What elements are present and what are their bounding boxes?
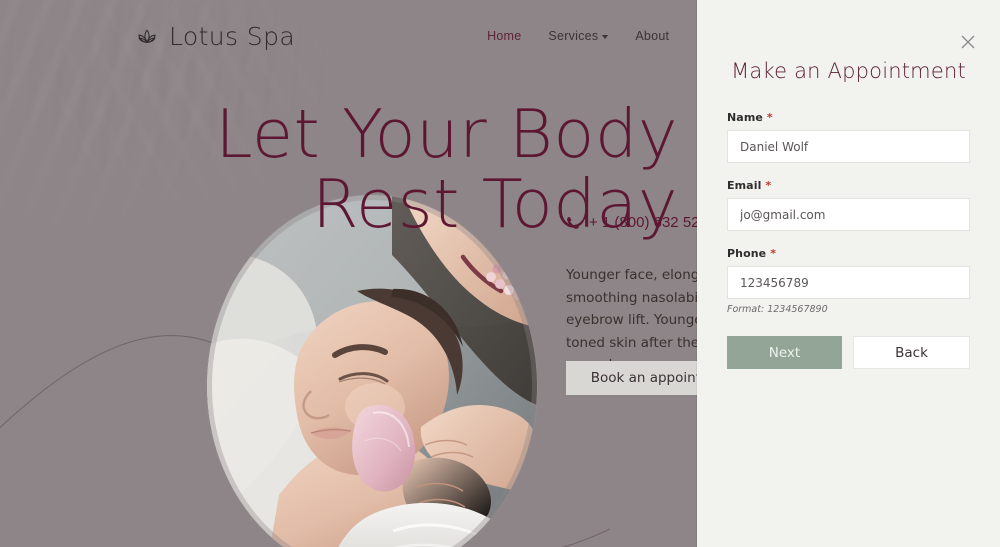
phone-format-hint: Format: 1234567890	[727, 304, 828, 315]
nav-item-services[interactable]: Services	[548, 29, 609, 43]
phone-icon	[567, 216, 579, 229]
close-icon	[961, 35, 975, 49]
field-name: Name *	[727, 111, 970, 163]
email-input[interactable]	[727, 198, 970, 231]
screenshot-root: Lotus Spa Home Services About Pages	[0, 0, 1000, 547]
field-phone-label: Phone *	[727, 247, 970, 260]
nav-item-label: Services	[548, 29, 599, 43]
nav-item-label: About	[635, 29, 670, 43]
phone-input[interactable]	[727, 266, 970, 299]
nav-item-about[interactable]: About	[635, 29, 669, 43]
field-label-text: Email	[727, 179, 762, 192]
field-name-label: Name *	[727, 111, 970, 124]
appointment-panel: Make an Appointment Name * Email * Phone	[697, 0, 1000, 547]
nav-item-home[interactable]: Home	[487, 29, 521, 43]
chevron-down-icon	[602, 35, 609, 39]
close-panel-button[interactable]	[957, 31, 979, 53]
required-marker: *	[770, 247, 777, 260]
field-email: Email *	[727, 179, 970, 231]
panel-title: Make an Appointment	[731, 59, 966, 83]
field-label-text: Name	[727, 111, 763, 124]
field-label-text: Phone	[727, 247, 767, 260]
next-button[interactable]: Next	[727, 336, 842, 369]
hero-photo	[207, 195, 537, 547]
brand-name: Lotus Spa	[169, 21, 296, 51]
back-button[interactable]: Back	[853, 336, 970, 369]
field-phone: Phone * Format: 1234567890	[727, 247, 970, 315]
spa-massage-photo	[207, 195, 537, 547]
brand-logo[interactable]: Lotus Spa	[134, 22, 295, 51]
name-input[interactable]	[727, 130, 970, 163]
form-button-row: Next Back	[727, 336, 970, 369]
required-marker: *	[766, 111, 773, 124]
nav-item-label: Home	[487, 29, 522, 43]
required-marker: *	[765, 179, 772, 192]
field-email-label: Email *	[727, 179, 970, 192]
hero-headline-line-1: Let Your Body	[215, 95, 678, 173]
lotus-icon	[138, 29, 156, 43]
appointment-form: Name * Email * Phone * Format: 123456789	[697, 111, 1000, 369]
